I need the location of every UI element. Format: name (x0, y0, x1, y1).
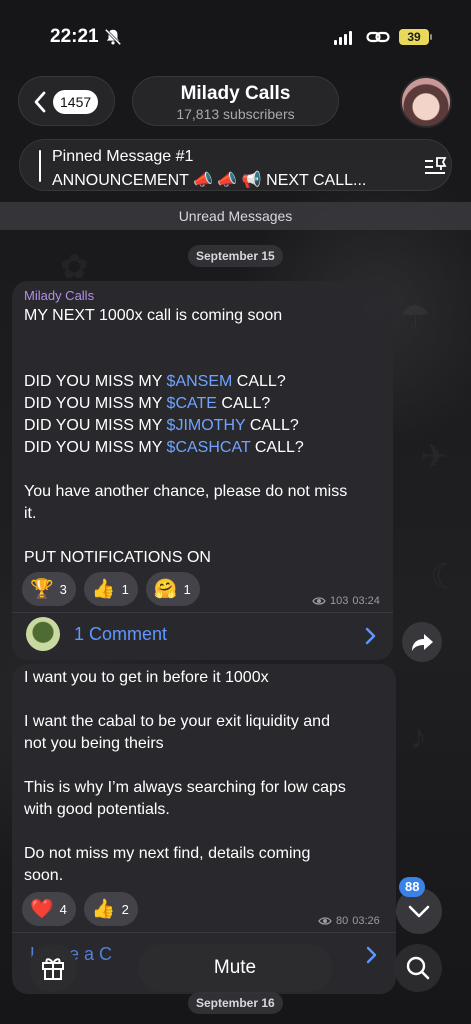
thumbs-up-icon: 👍 (91, 899, 116, 920)
message-text: DID YOU MISS MY $JIMOTHY CALL? (24, 417, 299, 434)
message-time: 03:26 (352, 915, 380, 927)
message-text: PUT NOTIFICATIONS ON (24, 549, 211, 566)
thumbs-up-icon: 👍 (91, 579, 116, 600)
link-icon (366, 31, 390, 43)
cashtag-link[interactable]: $CATE (167, 395, 217, 412)
reactions-row: ❤️ 4 👍 2 (22, 892, 138, 926)
reaction-thumbs-up[interactable]: 👍 1 (83, 572, 138, 606)
muted-bell-icon (104, 28, 122, 46)
subscriber-count: 17,813 subscribers (176, 106, 295, 122)
message-time: 03:24 (352, 595, 380, 607)
pinned-message-bar[interactable]: Pinned Message #1 ANNOUNCEMENT 📣 📣 📢 NEX… (19, 139, 452, 191)
message-text: You have another chance, please do not m… (24, 483, 348, 500)
battery-indicator: 39 (399, 29, 429, 45)
cashtag-link[interactable]: $ANSEM (167, 373, 233, 390)
comments-divider (12, 932, 396, 933)
message-text: it. (24, 505, 37, 522)
message-meta: 103 03:24 (312, 595, 380, 607)
message-text: I want the cabal to be your exit liquidi… (24, 713, 330, 730)
date-chip: September 15 (188, 245, 283, 267)
battery-tip (430, 34, 432, 40)
message-text: DID YOU MISS MY $ANSEM CALL? (24, 373, 286, 390)
commenter-avatar (26, 617, 60, 651)
message-text: This is why I’m always searching for low… (24, 779, 346, 796)
reaction-hug[interactable]: 🤗 1 (145, 572, 200, 606)
channel-title-button[interactable]: Milady Calls 17,813 subscribers (132, 76, 339, 126)
back-button[interactable]: 1457 (18, 76, 115, 126)
message-text: with good potentials. (24, 801, 170, 818)
reaction-heart[interactable]: ❤️ 4 (22, 892, 76, 926)
heart-icon: ❤️ (30, 899, 54, 920)
wallpaper-doodle-icon: ✿ (60, 250, 89, 284)
message-text: MY NEXT 1000x call is coming soon (24, 307, 283, 324)
chevron-right-icon (365, 627, 376, 645)
cashtag-link[interactable]: $CASHCAT (167, 439, 251, 456)
channel-name: Milady Calls (180, 83, 291, 104)
gift-icon (42, 958, 64, 980)
view-count: 103 (330, 595, 349, 607)
sender-name: Milady Calls (24, 288, 95, 303)
search-icon (406, 956, 430, 980)
message-text: DID YOU MISS MY $CATE CALL? (24, 395, 271, 412)
wallpaper-doodle-icon: ♪ (410, 720, 427, 754)
pinned-preview: ANNOUNCEMENT 📣 📣 📢 NEXT CALL... (52, 172, 367, 189)
unread-messages-divider: Unread Messages (0, 202, 471, 230)
pinned-title: Pinned Message #1 (52, 148, 194, 165)
share-button[interactable] (402, 622, 442, 662)
chevron-right-icon (366, 946, 377, 964)
reaction-thumbs-up[interactable]: 👍 2 (83, 892, 138, 926)
message-meta: 80 03:26 (318, 915, 380, 927)
cellular-signal-icon (334, 31, 352, 45)
date-chip: September 16 (188, 992, 283, 1014)
cashtag-link[interactable]: $JIMOTHY (167, 417, 246, 434)
chevron-left-icon (34, 91, 46, 113)
status-time: 22:21 (50, 26, 99, 47)
forward-arrow-icon (412, 634, 433, 651)
wallpaper-doodle-icon: ☂ (400, 300, 430, 334)
message-bubble[interactable]: Milady Calls MY NEXT 1000x call is comin… (12, 281, 393, 660)
message-text: soon. (24, 867, 64, 884)
reactions-row: 🏆 3 👍 1 🤗 1 (22, 572, 200, 606)
trophy-icon: 🏆 (30, 579, 54, 600)
message-text: not you being theirs (24, 735, 164, 752)
gift-button[interactable] (29, 944, 77, 992)
channel-avatar[interactable] (400, 76, 452, 128)
views-eye-icon (318, 917, 332, 925)
comments-button[interactable]: 1 Comment (12, 613, 393, 657)
message-text: I want you to get in before it 1000x (24, 669, 269, 686)
pin-list-icon[interactable] (423, 155, 449, 177)
unread-count-badge: 1457 (53, 90, 99, 114)
view-count: 80 (336, 915, 349, 927)
message-text: Do not miss my next find, details coming (24, 845, 311, 862)
views-eye-icon (312, 597, 326, 605)
comments-label: 1 Comment (74, 624, 168, 644)
unread-mentions-badge: 88 (399, 877, 426, 897)
hugging-face-icon: 🤗 (153, 579, 178, 600)
reaction-trophy[interactable]: 🏆 3 (22, 572, 76, 606)
wallpaper-doodle-icon: ☾ (430, 560, 460, 594)
message-text: DID YOU MISS MY $CASHCAT CALL? (24, 439, 304, 456)
pinned-indicator (39, 150, 41, 182)
wallpaper-doodle-icon: ✈ (420, 440, 449, 474)
status-bar: 22:21 39 (0, 0, 471, 62)
mute-button[interactable]: Mute (138, 944, 332, 992)
search-button[interactable] (394, 944, 442, 992)
